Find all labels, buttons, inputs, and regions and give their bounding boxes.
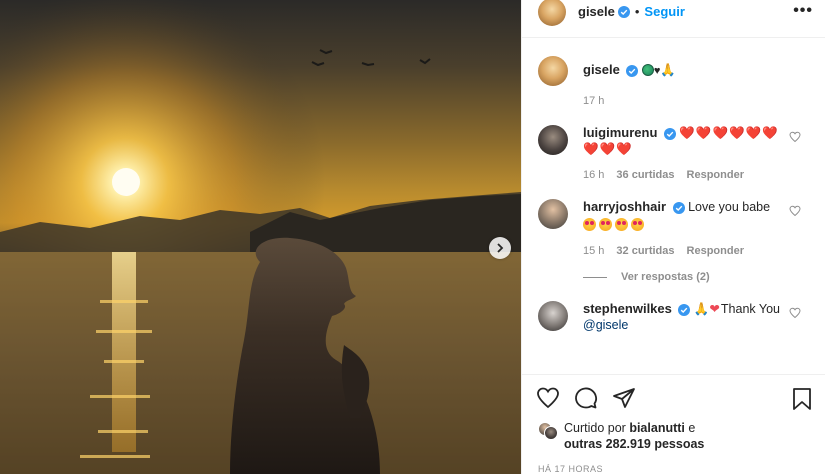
heart-outline-icon[interactable] <box>789 131 801 143</box>
reply-button[interactable]: Responder <box>687 167 744 183</box>
liked-by-conj: e <box>688 421 696 435</box>
commenter-avatar[interactable] <box>538 301 568 331</box>
comment-bubble-icon <box>575 387 598 408</box>
more-options-button[interactable]: ••• <box>793 2 813 20</box>
heart-eyes-emoji-icon <box>583 218 596 231</box>
comments-list[interactable]: gisele ♥🙏 17 h luigimurenu ❤️❤️❤️❤️❤️❤️❤ <box>522 38 825 374</box>
comment-item: stephenwilkes 🙏❤Thank You @gisele <box>538 301 809 333</box>
liked-by-others[interactable]: outras 282.919 pessoas <box>564 437 704 451</box>
verified-badge-icon <box>672 201 685 214</box>
heart-outline-icon <box>537 387 559 408</box>
save-button[interactable] <box>791 387 813 416</box>
liker-avatar <box>544 426 558 440</box>
comment-username[interactable]: stephenwilkes <box>583 301 672 316</box>
view-replies-button[interactable]: Ver respostas (2) <box>583 271 809 283</box>
next-photo-button[interactable] <box>489 237 511 259</box>
mention-link[interactable]: @gisele <box>583 318 628 332</box>
author-avatar[interactable] <box>538 0 566 26</box>
comment-text: Love you babe <box>688 200 771 214</box>
liked-by-user[interactable]: bialanutti <box>629 421 685 435</box>
bookmark-icon <box>793 388 811 410</box>
commenter-avatar[interactable] <box>538 125 568 155</box>
heart-eyes-emoji-icon <box>631 218 644 231</box>
reply-button[interactable]: Responder <box>687 243 744 259</box>
comment-time[interactable]: 15 h <box>583 243 604 259</box>
chevron-right-icon <box>497 243 504 253</box>
comment-text: Thank You <box>720 302 780 316</box>
comment-likes[interactable]: 32 curtidas <box>616 243 674 259</box>
caption-time[interactable]: 17 h <box>583 93 604 109</box>
heart-eyes-emojis <box>583 217 783 233</box>
action-bar <box>522 374 825 420</box>
comment-likes[interactable]: 36 curtidas <box>616 167 674 183</box>
heart-eyes-emoji-icon <box>615 218 628 231</box>
author-username[interactable]: gisele <box>578 4 615 19</box>
separator-dot: • <box>634 4 640 19</box>
paper-plane-icon <box>613 387 635 408</box>
liked-by-prefix: Curtido por <box>564 421 626 435</box>
caption-username[interactable]: gisele <box>583 62 620 77</box>
verified-badge-icon <box>617 5 630 18</box>
post-time-ago[interactable]: HÁ 17 HORAS <box>522 452 825 474</box>
caption: gisele ♥🙏 17 h <box>538 56 809 109</box>
verified-badge-icon <box>678 303 691 316</box>
comment-button[interactable] <box>574 386 598 410</box>
heart-outline-icon[interactable] <box>789 205 801 217</box>
instagram-post-modal: gisele • Seguir ••• gisele ♥🙏 17 h luigi… <box>0 0 825 474</box>
liked-by: Curtido por bialanutti e outras 282.919 … <box>522 420 825 452</box>
praying-hands-emoji-icon: 🙏 <box>693 302 710 316</box>
comment-item: luigimurenu ❤️❤️❤️❤️❤️❤️❤️❤️❤️ 16 h 36 c… <box>538 125 809 183</box>
commenter-avatar[interactable] <box>538 199 568 229</box>
follow-button[interactable]: Seguir <box>644 4 684 19</box>
verified-badge-icon <box>626 64 639 77</box>
replies-divider-line <box>583 276 607 278</box>
comment-username[interactable]: luigimurenu <box>583 125 657 140</box>
caption-avatar[interactable] <box>538 56 568 86</box>
like-button[interactable] <box>536 386 560 410</box>
comment-item: harryjoshhair Love you babe 15 h 32 curt… <box>538 199 809 259</box>
verified-badge-icon <box>663 127 676 140</box>
post-side-panel: gisele • Seguir ••• gisele ♥🙏 17 h luigi… <box>521 0 825 474</box>
post-header: gisele • Seguir ••• <box>522 0 825 38</box>
caption-emojis: 🙏 <box>660 63 676 77</box>
sunset-scene <box>0 0 521 474</box>
red-heart-emoji-icon: ❤ <box>709 302 721 316</box>
share-button[interactable] <box>612 386 636 410</box>
heart-outline-icon[interactable] <box>789 307 801 319</box>
comment-username[interactable]: harryjoshhair <box>583 199 666 214</box>
comment-time[interactable]: 16 h <box>583 167 604 183</box>
liked-by-avatars <box>538 422 558 442</box>
heart-eyes-emoji-icon <box>599 218 612 231</box>
view-replies-label: Ver respostas (2) <box>621 271 710 283</box>
post-photo <box>0 0 521 474</box>
globe-emoji-icon <box>641 64 654 76</box>
